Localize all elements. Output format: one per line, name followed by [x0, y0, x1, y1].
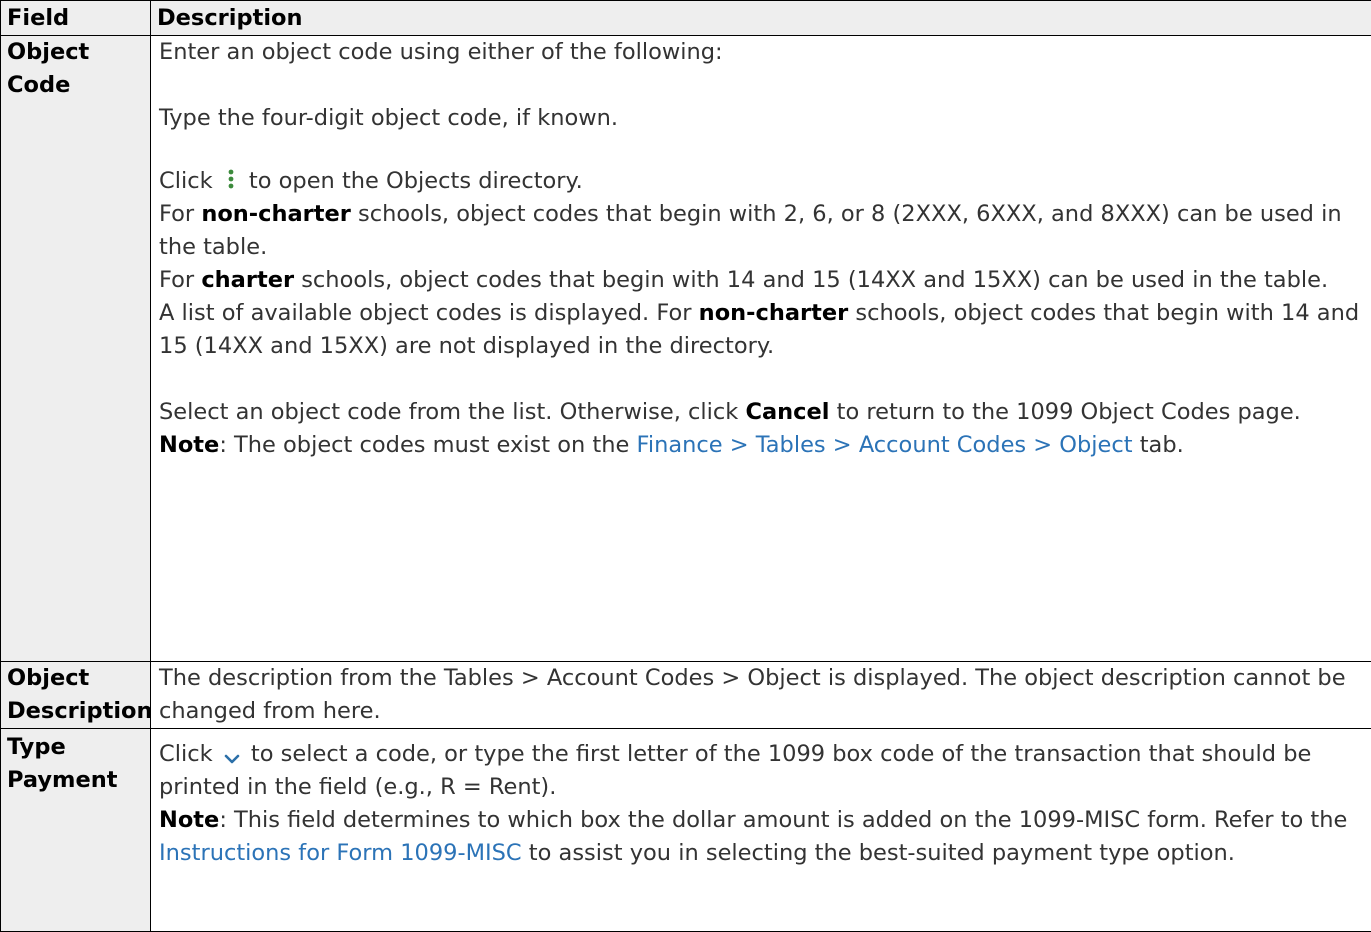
field-name-object-description: Object Description	[0, 661, 151, 729]
object-code-intro: Enter an object code using either of the…	[159, 39, 723, 65]
object-code-note: Note: The object codes must exist on the…	[159, 432, 1184, 458]
table-row-object-description: Object Description The description from …	[0, 661, 1371, 729]
field-name-object-code: Object Code	[0, 35, 151, 662]
description-type-payment: Click to select a code, or type the firs…	[150, 728, 1371, 932]
object-code-type-instruction: Type the four-digit object code, if know…	[159, 105, 619, 131]
object-code-list-info: A list of available object codes is disp…	[159, 300, 1360, 359]
header-field: Field	[0, 0, 151, 36]
vertical-ellipsis-icon[interactable]	[220, 167, 242, 191]
instructions-form-1099-misc-link[interactable]: Instructions for Form 1099-MISC	[159, 840, 522, 866]
object-code-charter: For charter schools, object codes that b…	[159, 267, 1329, 293]
field-description-table: Field Description Object Code Enter an o…	[0, 0, 1371, 932]
type-payment-click-instruction: Click to select a code, or type the firs…	[159, 741, 1312, 800]
object-code-click-instruction: Click to open the Objects directory.	[159, 167, 583, 194]
header-description: Description	[150, 0, 1371, 36]
description-object-code: Enter an object code using either of the…	[150, 35, 1371, 662]
object-code-select-instruction: Select an object code from the list. Oth…	[159, 399, 1301, 425]
table-header-row: Field Description	[0, 0, 1371, 36]
description-object-description: The description from the Tables > Accoun…	[150, 661, 1371, 729]
table-row-type-payment: Type Payment Click to select a code, or …	[0, 728, 1371, 932]
field-name-type-payment: Type Payment	[0, 728, 151, 932]
finance-tables-object-link[interactable]: Finance > Tables > Account Codes > Objec…	[637, 432, 1133, 458]
table-row-object-code: Object Code Enter an object code using e…	[0, 35, 1371, 662]
type-payment-note: Note: This field determines to which box…	[159, 807, 1348, 866]
object-code-non-charter: For non-charter schools, object codes th…	[159, 201, 1342, 260]
chevron-down-icon[interactable]	[220, 742, 244, 763]
